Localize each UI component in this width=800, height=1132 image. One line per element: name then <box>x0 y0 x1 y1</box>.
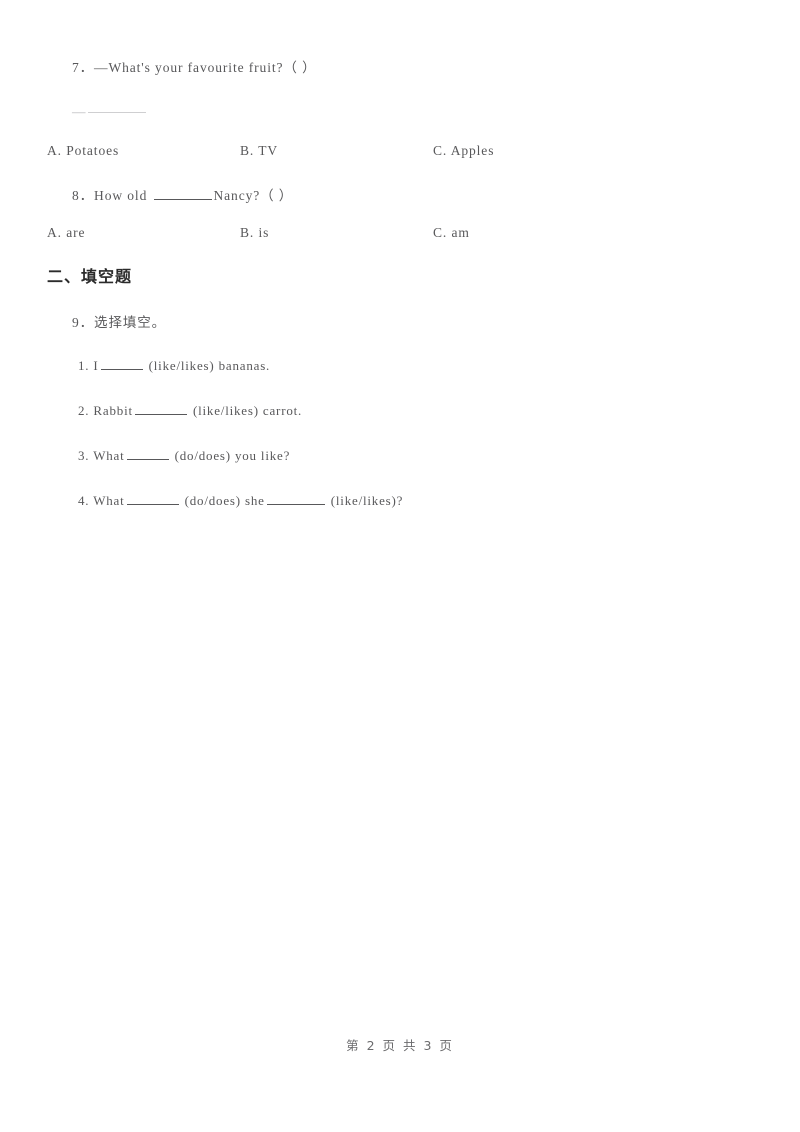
question-7-stem: 7．—What's your favourite fruit?（ ） <box>72 60 317 75</box>
fill-item-2-number: 2. <box>78 403 90 418</box>
question-8-blank[interactable] <box>153 199 212 200</box>
fill-item-1-blank[interactable] <box>100 369 143 370</box>
fill-item-2-part2: (like/likes) carrot. <box>192 403 303 418</box>
fill-item-1: 1. I (like/likes) bananas. <box>78 358 270 374</box>
question-8-stem-after: Nancy?（ ） <box>213 188 294 203</box>
fill-item-4: 4. What (do/does) she (like/likes)? <box>78 493 403 509</box>
fill-item-4-part1: What <box>93 493 125 508</box>
question-8-stem-before: 8．How old <box>72 188 152 203</box>
answer-blank-rule <box>88 112 147 114</box>
fill-item-2: 2. Rabbit (like/likes) carrot. <box>78 403 302 419</box>
worksheet-page: 7．—What's your favourite fruit?（ ） — A. … <box>0 0 800 1132</box>
question-7-option-a[interactable]: A. Potatoes <box>47 143 119 159</box>
fill-item-1-part2: (like/likes) bananas. <box>148 358 271 373</box>
fill-item-1-number: 1. <box>78 358 90 373</box>
question-8-option-c[interactable]: C. am <box>433 225 470 241</box>
fill-item-4-part2: (do/does) she <box>184 493 265 508</box>
question-8-option-a[interactable]: A. are <box>47 225 85 241</box>
question-7-answer-line: — <box>72 104 147 120</box>
page-footer: 第 2 页 共 3 页 <box>346 1038 454 1053</box>
answer-dash: — <box>72 104 87 119</box>
fill-item-3-part1: What <box>93 448 125 463</box>
fill-item-4-number: 4. <box>78 493 90 508</box>
fill-item-3: 3. What (do/does) you like? <box>78 448 290 464</box>
question-7-option-c[interactable]: C. Apples <box>433 143 494 159</box>
fill-item-2-blank[interactable] <box>134 414 187 415</box>
fill-item-3-blank[interactable] <box>126 459 169 460</box>
fill-item-4-blank-1[interactable] <box>126 504 179 505</box>
section-two-heading: 二、填空题 <box>47 267 133 286</box>
question-7-option-b[interactable]: B. TV <box>240 143 278 159</box>
fill-item-3-part2: (do/does) you like? <box>174 448 291 463</box>
question-8-stem: 8．How old Nancy?（ ） <box>72 184 293 204</box>
fill-item-1-part1: I <box>93 358 99 373</box>
fill-item-4-blank-2[interactable] <box>266 504 325 505</box>
question-9-prompt: 9．选择填空。 <box>72 315 167 330</box>
fill-item-4-part3: (like/likes)? <box>330 493 404 508</box>
fill-item-2-part1: Rabbit <box>93 403 133 418</box>
fill-item-3-number: 3. <box>78 448 90 463</box>
question-8-option-b[interactable]: B. is <box>240 225 269 241</box>
